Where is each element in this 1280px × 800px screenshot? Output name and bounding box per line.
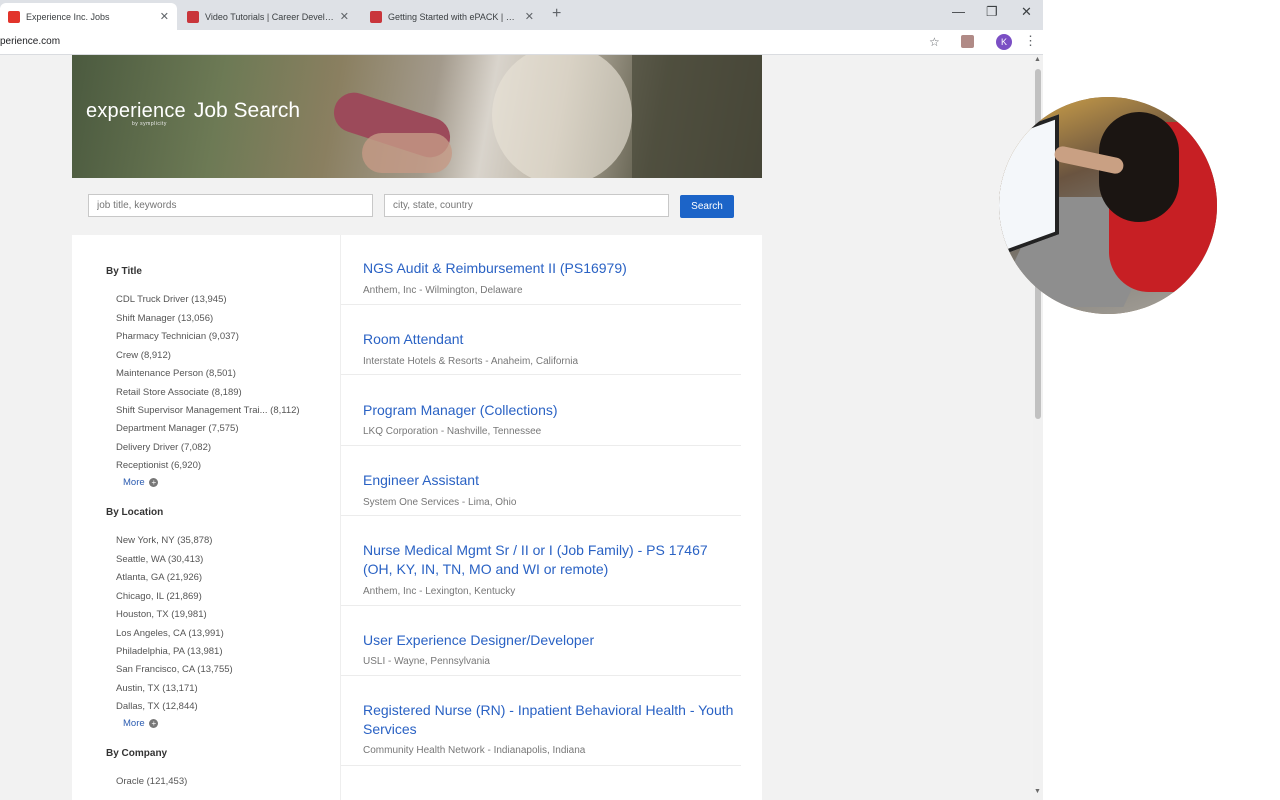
job-employer-location: LKQ Corporation - Nashville, Tennessee: [363, 426, 542, 437]
facet-link[interactable]: Seattle, WA (30,413): [116, 554, 203, 565]
screen: Experience Inc. Jobs ✕ Video Tutorials |…: [0, 0, 1280, 800]
scroll-down-arrow-icon[interactable]: ▼: [1034, 788, 1041, 795]
facet-link[interactable]: Shift Supervisor Management Trai... (8,1…: [116, 405, 300, 416]
job-title-link[interactable]: Room Attendant: [363, 330, 738, 349]
browser-window: Experience Inc. Jobs ✕ Video Tutorials |…: [0, 0, 1043, 800]
close-tab-icon[interactable]: ✕: [340, 10, 349, 23]
facet-link[interactable]: Shift Manager (13,056): [116, 313, 213, 324]
facet-link[interactable]: Receptionist (6,920): [116, 460, 201, 471]
window-close-icon[interactable]: ✕: [1021, 4, 1032, 20]
facet-link[interactable]: Philadelphia, PA (13,981): [116, 646, 223, 657]
page-title: Job Search: [193, 99, 301, 122]
facet-link[interactable]: Crew (8,912): [116, 350, 171, 361]
job-result: Engineer Assistant System One Services -…: [341, 446, 741, 516]
address-bar[interactable]: perience.com ☆ K ⋮: [0, 30, 1043, 55]
facet-link[interactable]: Pharmacy Technician (9,037): [116, 331, 239, 342]
job-title-link[interactable]: Nurse Medical Mgmt Sr / II or I (Job Fam…: [363, 541, 738, 579]
tab-getting-started-epack[interactable]: Getting Started with ePACK | Care ✕: [362, 3, 542, 30]
more-label: More: [123, 477, 145, 488]
job-employer-location: Community Health Network - Indianapolis,…: [363, 745, 586, 756]
hero-hand-shape: [362, 133, 452, 173]
more-titles-link[interactable]: More +: [123, 477, 159, 488]
tab-strip: Experience Inc. Jobs ✕ Video Tutorials |…: [0, 0, 1043, 30]
close-tab-icon[interactable]: ✕: [160, 10, 169, 23]
bookmark-star-icon[interactable]: ☆: [929, 35, 940, 49]
brand-wordmark: experience: [86, 100, 186, 122]
plus-circle-icon: +: [149, 477, 159, 487]
facet-link[interactable]: Houston, TX (19,981): [116, 609, 207, 620]
more-locations-link[interactable]: More +: [123, 718, 159, 729]
job-result: Registered Nurse (RN) - Inpatient Behavi…: [341, 676, 741, 766]
facet-link[interactable]: Oracle (121,453): [116, 776, 187, 787]
job-title-link[interactable]: Engineer Assistant: [363, 471, 738, 490]
facet-heading-title: By Title: [106, 266, 142, 277]
job-results-list: NGS Audit & Reimbursement II (PS16979) A…: [340, 235, 741, 800]
page-viewport: experience by symplicity Job Search Sear…: [0, 55, 1033, 800]
job-employer-location: USLI - Wayne, Pennsylvania: [363, 656, 490, 667]
url-text[interactable]: perience.com: [0, 36, 60, 47]
facet-link[interactable]: CDL Truck Driver (13,945): [116, 294, 227, 305]
hero-photo-shape: [492, 55, 632, 178]
tab-video-tutorials[interactable]: Video Tutorials | Career Developm ✕: [179, 3, 357, 30]
job-result: Room Attendant Interstate Hotels & Resor…: [341, 305, 741, 375]
facet-link[interactable]: Department Manager (7,575): [116, 423, 239, 434]
facet-heading-location: By Location: [106, 507, 164, 518]
job-employer-location: System One Services - Lima, Ohio: [363, 497, 517, 508]
job-result: NGS Audit & Reimbursement II (PS16979) A…: [341, 235, 741, 305]
facet-link[interactable]: Chicago, IL (21,869): [116, 591, 202, 602]
facet-sidebar: By Title CDL Truck Driver (13,945) Shift…: [72, 235, 340, 800]
job-result: User Experience Designer/Developer USLI …: [341, 606, 741, 676]
tab-title: Video Tutorials | Career Developm: [205, 11, 334, 22]
facet-link[interactable]: Atlanta, GA (21,926): [116, 572, 202, 583]
close-tab-icon[interactable]: ✕: [525, 10, 534, 23]
minimize-icon[interactable]: —: [952, 4, 965, 19]
restore-icon[interactable]: ❐: [986, 4, 998, 20]
extension-icon[interactable]: [961, 35, 974, 48]
profile-avatar[interactable]: K: [996, 34, 1012, 50]
job-result: Nurse Medical Mgmt Sr / II or I (Job Fam…: [341, 516, 741, 606]
experience-favicon-icon: [8, 10, 20, 23]
brand-byline: by symplicity: [132, 121, 167, 127]
tab-title: Experience Inc. Jobs: [26, 11, 110, 22]
facet-link[interactable]: Delivery Driver (7,082): [116, 442, 211, 453]
job-employer-location: Anthem, Inc - Lexington, Kentucky: [363, 586, 516, 597]
job-employer-location: Anthem, Inc - Wilmington, Delaware: [363, 285, 523, 296]
facet-link[interactable]: Maintenance Person (8,501): [116, 368, 236, 379]
hero-photo-shape: [632, 55, 762, 178]
keywords-input[interactable]: [88, 194, 373, 217]
tab-experience-jobs[interactable]: Experience Inc. Jobs ✕: [0, 3, 177, 30]
hero-banner: experience by symplicity Job Search: [72, 55, 762, 178]
more-label: More: [123, 718, 145, 729]
results-panel: By Title CDL Truck Driver (13,945) Shift…: [72, 235, 762, 800]
job-title-link[interactable]: Registered Nurse (RN) - Inpatient Behavi…: [363, 701, 738, 739]
facet-link[interactable]: San Francisco, CA (13,755): [116, 664, 233, 675]
shield-favicon-icon: [187, 10, 199, 23]
tab-title: Getting Started with ePACK | Care: [388, 11, 519, 22]
scroll-up-arrow-icon[interactable]: ▲: [1034, 56, 1041, 63]
facet-heading-company: By Company: [106, 748, 168, 759]
job-result: Program Manager (Collections) LKQ Corpor…: [341, 375, 741, 446]
location-input[interactable]: [384, 194, 669, 217]
new-tab-icon[interactable]: +: [552, 5, 561, 23]
facet-link[interactable]: New York, NY (35,878): [116, 535, 212, 546]
facet-link[interactable]: Retail Store Associate (8,189): [116, 387, 242, 398]
plus-circle-icon: +: [149, 718, 159, 728]
job-title-link[interactable]: NGS Audit & Reimbursement II (PS16979): [363, 259, 738, 278]
shield-favicon-icon: [370, 10, 382, 23]
search-button[interactable]: Search: [680, 195, 734, 218]
menu-icon[interactable]: ⋮: [1024, 33, 1037, 49]
job-employer-location: Interstate Hotels & Resorts - Anaheim, C…: [363, 356, 579, 367]
webcam-overlay: [999, 97, 1217, 314]
facet-link[interactable]: Austin, TX (13,171): [116, 683, 198, 694]
facet-link[interactable]: Dallas, TX (12,844): [116, 701, 198, 712]
search-bar: Search: [72, 178, 762, 235]
facet-link[interactable]: Los Angeles, CA (13,991): [116, 628, 224, 639]
job-title-link[interactable]: Program Manager (Collections): [363, 401, 738, 420]
brand-logo: experience by symplicity Job Search: [86, 99, 301, 127]
job-title-link[interactable]: User Experience Designer/Developer: [363, 631, 738, 650]
